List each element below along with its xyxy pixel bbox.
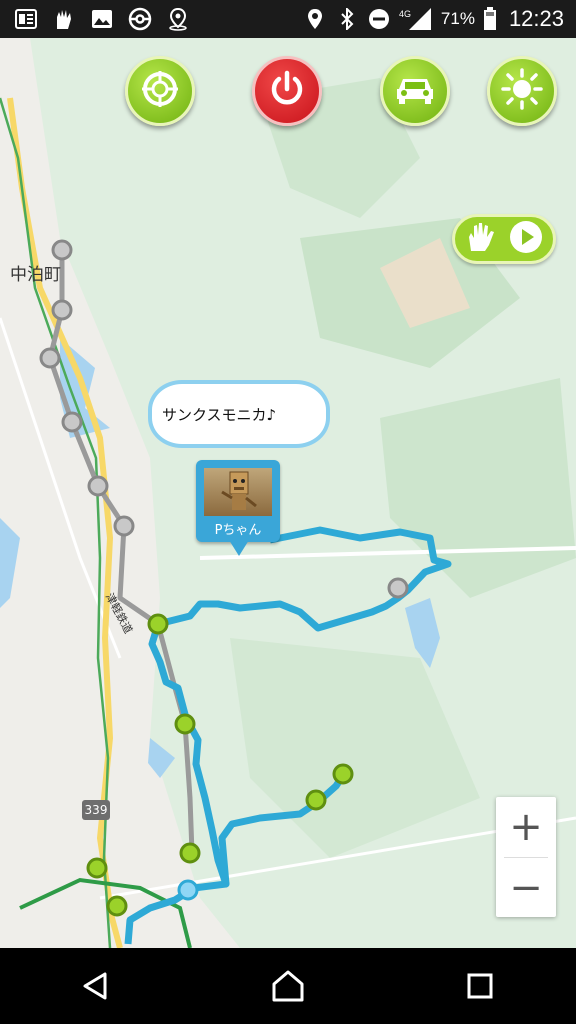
visited-point[interactable] (305, 789, 327, 811)
visited-point[interactable] (147, 613, 169, 635)
back-icon (83, 972, 107, 1000)
visited-point[interactable] (332, 763, 354, 785)
unvisited-point[interactable] (87, 475, 109, 497)
target-button[interactable] (125, 56, 195, 126)
unvisited-point[interactable] (39, 347, 61, 369)
home-icon (272, 970, 304, 1002)
car-icon (393, 71, 437, 111)
play-icon[interactable] (509, 220, 543, 258)
character-name: Pちゃん (214, 523, 262, 538)
hand-icon (52, 7, 76, 31)
bluetooth-icon (335, 7, 359, 31)
marker-pointer (229, 540, 249, 556)
unvisited-point[interactable] (387, 577, 409, 599)
map-pin-icon (166, 7, 190, 31)
current-point[interactable] (177, 879, 199, 901)
sun-button[interactable] (487, 56, 557, 126)
pokeball-icon (128, 7, 152, 31)
sun-icon (500, 67, 544, 115)
bubble-text: サンクスモニカ♪ (162, 405, 277, 424)
visited-point[interactable] (179, 842, 201, 864)
svg-text:4G: 4G (399, 9, 411, 19)
location-icon (303, 7, 327, 31)
character-photo (204, 468, 272, 516)
recents-icon (467, 973, 493, 999)
visited-point[interactable] (106, 895, 128, 917)
zoom-controls: + − (496, 797, 556, 917)
battery-icon (483, 7, 497, 31)
navigation-bar (0, 948, 576, 1024)
image-icon (90, 7, 114, 31)
battery-percent: 71% (440, 9, 475, 28)
zoom-out-button[interactable]: − (496, 858, 556, 918)
car-button[interactable] (380, 56, 450, 126)
unvisited-point[interactable] (51, 239, 73, 261)
auto-play-toggle[interactable] (452, 214, 556, 264)
visited-point[interactable] (86, 857, 108, 879)
home-button[interactable] (258, 956, 318, 1016)
target-icon (140, 69, 180, 113)
speech-bubble: サンクスモニカ♪ (148, 380, 330, 448)
signal-icon: 4G (399, 7, 433, 31)
town-label: 中泊町 (10, 265, 61, 285)
zoom-in-button[interactable]: + (496, 797, 556, 857)
power-button[interactable] (252, 56, 322, 126)
hand-icon (465, 221, 499, 257)
character-marker[interactable]: Pちゃん (196, 460, 280, 542)
back-button[interactable] (66, 956, 126, 1016)
route-shield: 339 (82, 800, 110, 820)
visited-point[interactable] (174, 713, 196, 735)
unvisited-point[interactable] (61, 411, 83, 433)
dnd-icon (367, 7, 391, 31)
map-view[interactable]: 中泊町 津軽鉄道 339 Google (0, 38, 576, 948)
power-icon (267, 69, 307, 113)
news-icon (14, 7, 38, 31)
unvisited-point[interactable] (51, 299, 73, 321)
unvisited-point[interactable] (113, 515, 135, 537)
clock: 12:23 (508, 6, 564, 31)
status-bar: 4G 71% 12:23 (0, 0, 576, 38)
recents-button[interactable] (450, 956, 510, 1016)
